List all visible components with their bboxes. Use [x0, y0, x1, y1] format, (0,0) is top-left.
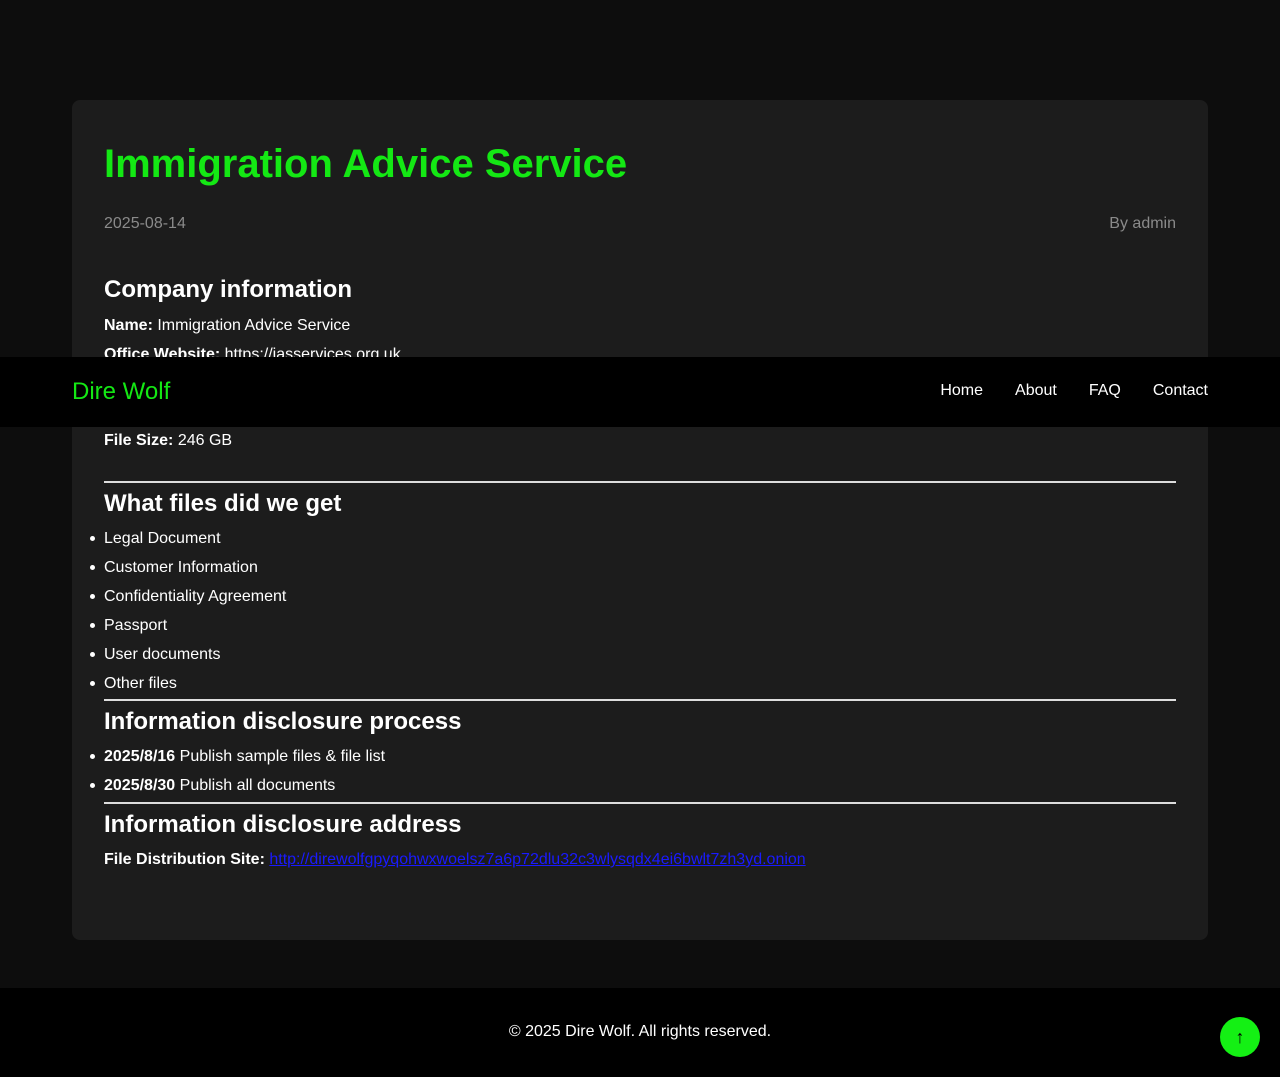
list-item: Other files: [89, 669, 286, 698]
distribution-site-row: File Distribution Site: http://direwolfg…: [104, 851, 806, 869]
list-item: Confidentiality Agreement: [89, 582, 286, 611]
list-item: 2025/8/16 Publish sample files & file li…: [89, 742, 386, 771]
navbar: Dire Wolf Home About FAQ Contact: [0, 357, 1280, 427]
nav-links: Home About FAQ Contact: [940, 382, 1208, 400]
process-heading: Information disclosure process: [104, 708, 462, 735]
process-list: 2025/8/16 Publish sample files & file li…: [89, 742, 386, 800]
footer: © 2025 Dire Wolf. All rights reserved.: [0, 988, 1280, 1077]
process-text: Publish all documents: [179, 777, 336, 794]
arrow-up-icon: ↑: [1235, 1026, 1245, 1047]
divider: [104, 802, 1176, 804]
files-list: Legal Document Customer Information Conf…: [89, 524, 286, 698]
brand-logo[interactable]: Dire Wolf: [72, 377, 170, 407]
process-date: 2025/8/30: [104, 777, 176, 794]
distribution-site-label: File Distribution Site:: [104, 851, 265, 868]
post-author: By admin: [1109, 215, 1176, 232]
post-card: Immigration Advice Service 2025-08-14 By…: [72, 100, 1208, 940]
file-size-label: File Size:: [104, 432, 174, 449]
list-item: Passport: [89, 611, 286, 640]
files-heading: What files did we get: [104, 490, 342, 517]
company-name-label: Name:: [104, 317, 153, 334]
divider: [104, 481, 1176, 483]
process-date: 2025/8/16: [104, 748, 176, 765]
company-name-value: Immigration Advice Service: [157, 317, 351, 334]
nav-faq[interactable]: FAQ: [1089, 382, 1121, 400]
list-item: 2025/8/30 Publish all documents: [89, 771, 385, 800]
back-to-top-button[interactable]: ↑: [1220, 1017, 1260, 1057]
distribution-site-link[interactable]: http://direwolfgpyqohwxwoelsz7a6p72dlu32…: [269, 851, 805, 868]
post-date: 2025-08-14: [104, 215, 186, 232]
post-title: Immigration Advice Service: [104, 142, 628, 186]
list-item: Customer Information: [89, 553, 286, 582]
address-heading: Information disclosure address: [104, 811, 462, 838]
file-size-value: 246 GB: [177, 432, 233, 449]
nav-home[interactable]: Home: [940, 382, 983, 400]
list-item: User documents: [89, 640, 286, 669]
process-text: Publish sample files & file list: [179, 748, 386, 765]
company-name-row: Name: Immigration Advice Service: [104, 317, 350, 335]
divider: [104, 699, 1176, 701]
copyright-text: © 2025 Dire Wolf. All rights reserved.: [508, 1023, 772, 1040]
nav-contact[interactable]: Contact: [1153, 382, 1208, 400]
nav-about[interactable]: About: [1015, 382, 1057, 400]
company-info-heading: Company information: [104, 276, 353, 303]
list-item: Legal Document: [89, 524, 286, 553]
file-size-row: File Size: 246 GB: [104, 432, 232, 450]
